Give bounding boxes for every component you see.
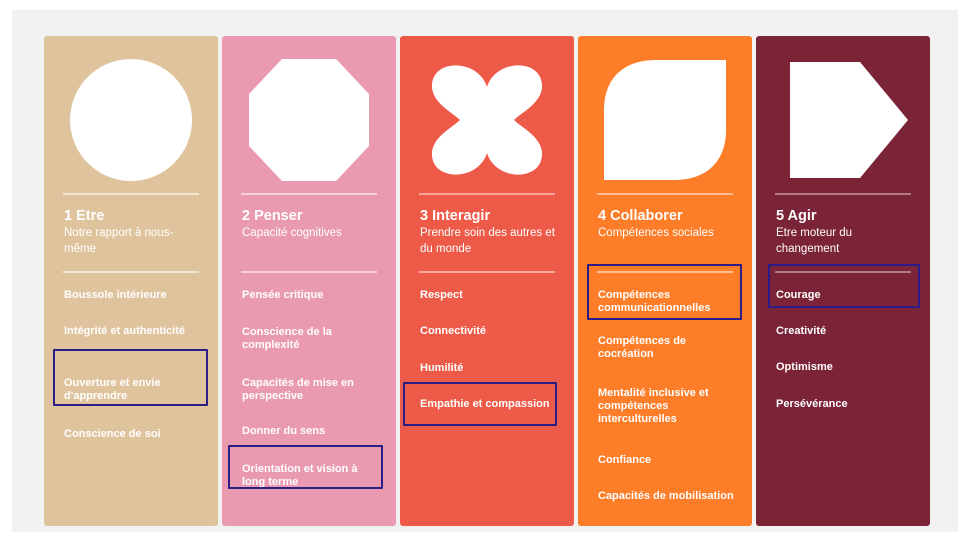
divider: [241, 193, 377, 195]
list-item: Respect: [420, 289, 463, 301]
column-subtitle: Etre moteur du changement: [776, 227, 853, 255]
highlight-box: [587, 264, 742, 320]
highlight-box: [228, 445, 383, 489]
list-item: Mentalité inclusive et compétences inter…: [598, 387, 709, 425]
divider: [63, 193, 199, 195]
octagon-icon: [242, 54, 376, 186]
divider: [241, 271, 377, 273]
four-lobed-cross-icon: [420, 54, 554, 186]
list-item: Compétences de cocréation: [598, 335, 687, 360]
circle-icon: [64, 54, 198, 186]
leaf-icon: [598, 54, 732, 186]
column-subtitle: Prendre soin des autres et du monde: [420, 227, 555, 255]
list-item: Capacités de mobilisation: [598, 490, 734, 502]
list-item: Capacités de mise en perspective: [242, 377, 354, 402]
list-item: Connectivité: [420, 325, 487, 337]
highlight-box: [768, 264, 920, 308]
list-item: Optimisme: [776, 361, 833, 373]
list-item: Boussole intérieure: [64, 289, 167, 301]
list-item: Conscience de la complexité: [242, 326, 332, 351]
list-item: Confiance: [598, 454, 652, 466]
column-etre: 1 Etre Notre rapport à nous-même Boussol…: [44, 36, 218, 526]
list-item: Pensée critique: [242, 289, 324, 301]
column-subtitle: Notre rapport à nous-même: [64, 227, 174, 255]
list-item: Conscience de soi: [64, 428, 161, 440]
divider: [419, 271, 555, 273]
list-item: Creativité: [776, 325, 827, 337]
pentagon-arrow-icon: [776, 54, 910, 186]
column-title: 5 Agir: [776, 208, 817, 224]
column-title: 4 Collaborer: [598, 208, 683, 224]
list-item: Intégrité et authenticité: [64, 325, 186, 337]
list-item: Donner du sens: [242, 425, 326, 437]
column-title: 1 Etre: [64, 208, 105, 224]
list-item: Persévérance: [776, 398, 848, 410]
divider: [63, 271, 199, 273]
divider: [597, 193, 733, 195]
column-title: 2 Penser: [242, 208, 303, 224]
divider: [775, 193, 911, 195]
framework-board: 1 Etre Notre rapport à nous-même Boussol…: [12, 10, 958, 532]
list-item: Humilité: [420, 362, 464, 374]
highlight-box: [403, 382, 557, 426]
column-subtitle: Compétences sociales: [598, 227, 714, 239]
divider: [419, 193, 555, 195]
column-title: 3 Interagir: [420, 208, 491, 224]
highlight-box: [53, 349, 208, 406]
column-subtitle: Capacité cognitives: [242, 227, 342, 239]
column-interagir: 3 Interagir Prendre soin des autres et d…: [400, 36, 574, 526]
